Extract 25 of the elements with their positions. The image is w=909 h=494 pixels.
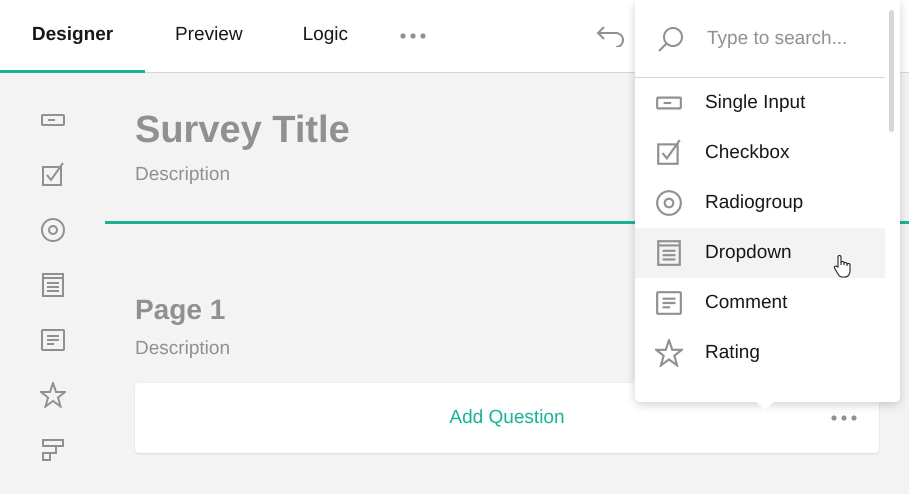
tab[interactable]: Logic: [272, 0, 378, 72]
hand-cursor-icon: [833, 254, 851, 278]
checkbox-icon: [655, 139, 683, 167]
checkbox-icon[interactable]: [40, 162, 66, 188]
undo-icon[interactable]: [596, 25, 626, 47]
menu-item[interactable]: Dropdown: [635, 228, 885, 278]
lines-icon[interactable]: [40, 327, 66, 353]
tab[interactable]: Designer: [0, 0, 145, 72]
star-icon: [655, 339, 683, 367]
list-box-icon: [655, 239, 683, 267]
menu-item[interactable]: Radiogroup: [635, 178, 885, 228]
menu-item[interactable]: Rating: [635, 328, 885, 378]
radio-icon: [655, 189, 683, 217]
menu-item[interactable]: Comment: [635, 278, 885, 328]
star-icon[interactable]: [40, 382, 66, 408]
list-box-icon[interactable]: [40, 272, 66, 298]
lines-icon: [655, 289, 683, 317]
more-icon[interactable]: [400, 33, 426, 39]
menu-item[interactable]: Single Input: [635, 78, 885, 128]
search-icon: [657, 24, 685, 52]
menu-item[interactable]: Checkbox: [635, 128, 885, 178]
radio-icon[interactable]: [40, 217, 66, 243]
tab[interactable]: Preview: [145, 0, 273, 72]
more-icon[interactable]: [831, 415, 857, 421]
bars-icon[interactable]: [40, 437, 66, 463]
